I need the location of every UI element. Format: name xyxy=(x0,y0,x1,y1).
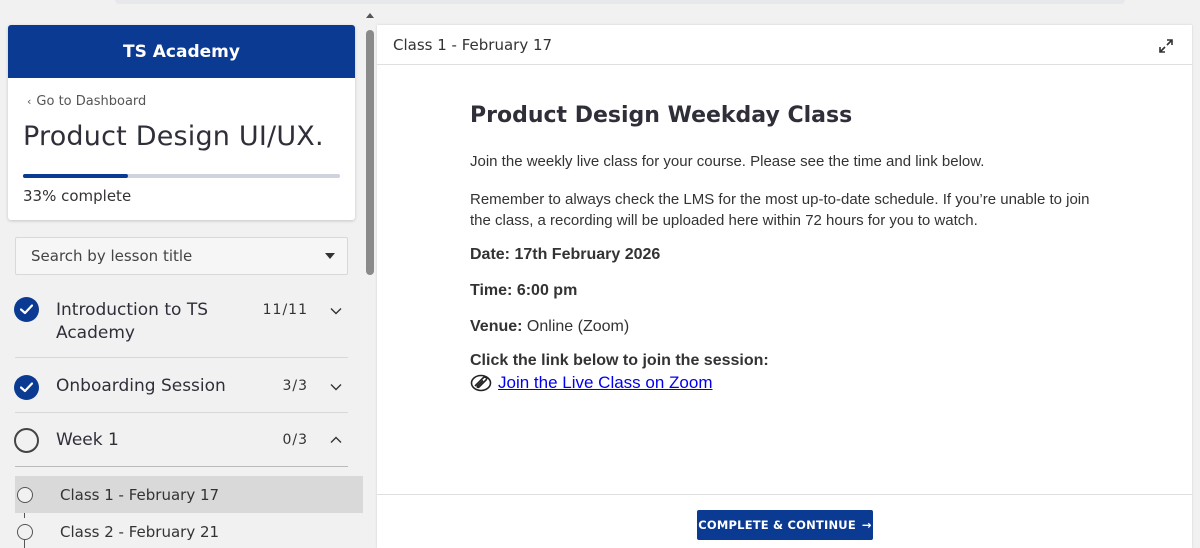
zoom-join-link[interactable]: Join the Live Class on Zoom xyxy=(498,373,713,393)
brand-name: TS Academy xyxy=(123,41,240,62)
course-card: TS Academy ‹ Go to Dashboard Product Des… xyxy=(8,25,355,220)
section-lesson-count: 0/3 xyxy=(282,432,308,448)
progress-bar-fill xyxy=(23,174,128,178)
time-line: Time: 6:00 pm xyxy=(470,282,577,300)
chevron-left-icon: ‹ xyxy=(27,95,32,108)
course-title: Product Design UI/UX. xyxy=(23,121,324,152)
section-name: Introduction to TS Academy xyxy=(56,299,208,345)
venue-line: Venue: Online (Zoom) xyxy=(470,318,629,336)
expand-icon[interactable] xyxy=(1158,38,1174,54)
section-lesson-count: 11/11 xyxy=(262,302,308,318)
lesson-name: Class 1 - February 17 xyxy=(60,485,220,504)
venue-value: Online (Zoom) xyxy=(526,318,630,335)
brand-header: TS Academy xyxy=(8,25,355,78)
lesson-title: Class 1 - February 17 xyxy=(393,36,553,54)
section-week-1[interactable]: Week 1 0/3 xyxy=(14,413,348,467)
progress-text: 33% complete xyxy=(23,187,132,205)
search-placeholder: Search by lesson title xyxy=(31,247,193,265)
lesson-status-circle-icon xyxy=(17,523,33,540)
caret-down-icon xyxy=(325,253,335,259)
date-line: Date: 17th February 2026 xyxy=(470,246,660,264)
section-onboarding[interactable]: Onboarding Session 3/3 xyxy=(14,358,348,413)
chevron-down-icon[interactable] xyxy=(329,304,343,318)
chevron-down-icon[interactable] xyxy=(329,380,343,394)
join-row: Join the Live Class on Zoom xyxy=(470,373,713,393)
complete-continue-button[interactable]: COMPLETE & CONTINUE → xyxy=(697,510,873,540)
browser-top-strip xyxy=(115,0,1125,4)
progress-bar xyxy=(23,174,340,178)
lesson-search-select[interactable]: Search by lesson title xyxy=(15,237,348,275)
complete-button-label: COMPLETE & CONTINUE xyxy=(698,518,856,532)
paperclip-link-icon xyxy=(470,374,492,392)
time-label: Time: 6:00 pm xyxy=(470,282,578,299)
lesson-item-class-1[interactable]: Class 1 - February 17 xyxy=(15,476,363,513)
scrollbar-thumb[interactable] xyxy=(366,30,374,275)
venue-label: Venue: xyxy=(470,318,523,335)
lesson-name: Class 2 - February 21 xyxy=(60,522,220,541)
lesson-heading: Product Design Weekday Class xyxy=(470,103,853,128)
arrow-right-icon: → xyxy=(861,518,872,532)
section-introduction[interactable]: Introduction to TS Academy 11/11 xyxy=(14,293,348,358)
back-link-label: Go to Dashboard xyxy=(36,94,147,109)
section-name-line2: Academy xyxy=(56,323,135,343)
go-to-dashboard-link[interactable]: ‹ Go to Dashboard xyxy=(27,94,146,109)
section-name: Week 1 xyxy=(56,430,119,450)
section-name: Onboarding Session xyxy=(56,376,226,396)
check-circle-icon xyxy=(14,375,39,400)
intro-text: Join the weekly live class for your cour… xyxy=(470,153,985,170)
footer-divider xyxy=(377,494,1192,495)
panel-header: Class 1 - February 17 xyxy=(377,25,1192,65)
lesson-status-circle-icon xyxy=(17,486,33,503)
check-circle-icon xyxy=(14,297,39,322)
lesson-item-class-2[interactable]: Class 2 - February 21 xyxy=(15,513,363,548)
section-name-line1: Introduction to TS xyxy=(56,300,208,320)
scroll-up-arrow-icon[interactable] xyxy=(366,13,374,18)
join-heading: Click the link below to join the session… xyxy=(470,352,769,369)
sidebar-scrollbar[interactable] xyxy=(365,10,375,548)
chevron-up-icon[interactable] xyxy=(329,433,343,447)
section-lesson-count: 3/3 xyxy=(282,378,308,394)
lesson-content-panel: Class 1 - February 17 Product Design Wee… xyxy=(377,25,1192,548)
date-label: Date: 17th February 2026 xyxy=(470,246,661,263)
reminder-text: Remember to always check the LMS for the… xyxy=(470,191,1090,229)
empty-circle-icon xyxy=(14,428,39,453)
